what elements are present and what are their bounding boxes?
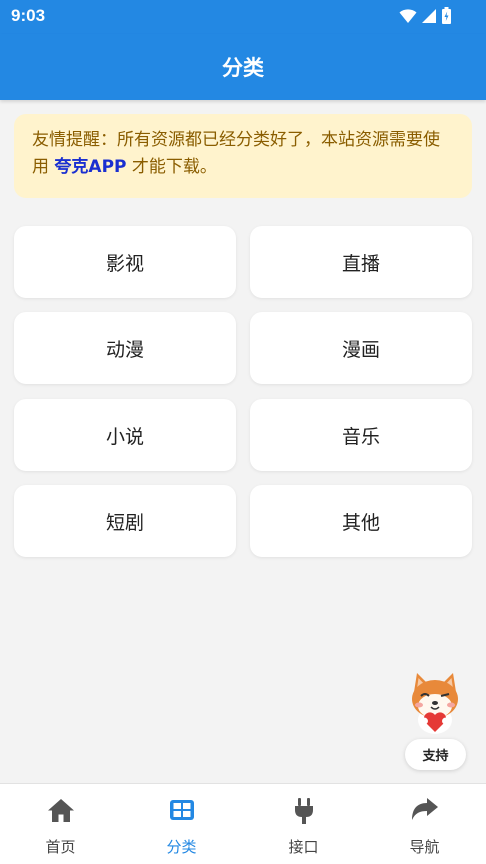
nav-label-navigation: 导航 bbox=[409, 838, 440, 856]
category-card-novels[interactable]: 小说 bbox=[14, 399, 236, 471]
nav-item-interface[interactable]: 接口 bbox=[243, 784, 364, 864]
category-card-short-drama[interactable]: 短剧 bbox=[14, 485, 236, 557]
category-card-live[interactable]: 直播 bbox=[250, 226, 472, 298]
notice-text-end: 才能下载。 bbox=[126, 157, 217, 177]
shiba-dog-heart-icon[interactable] bbox=[406, 670, 464, 736]
status-bar: 9:03 bbox=[0, 0, 486, 34]
grid-icon bbox=[169, 800, 194, 820]
plug-icon bbox=[294, 798, 313, 824]
nav-item-category[interactable]: 分类 bbox=[121, 784, 242, 864]
nav-label-home: 首页 bbox=[45, 838, 76, 856]
notice-banner: 友情提醒：所有资源都已经分类好了，本站资源需要使用 夸克APP 才能下载。 bbox=[14, 114, 472, 198]
battery-icon bbox=[442, 7, 451, 24]
category-card-movies[interactable]: 影视 bbox=[14, 226, 236, 298]
status-time: 9:03 bbox=[11, 6, 46, 25]
app-bar: 分类 bbox=[0, 34, 486, 100]
bottom-nav: 首页 分类 接口 导航 bbox=[0, 783, 486, 864]
support-button[interactable]: 支持 bbox=[405, 739, 466, 770]
category-card-anime[interactable]: 动漫 bbox=[14, 312, 236, 384]
wifi-icon bbox=[399, 9, 417, 23]
category-card-other[interactable]: 其他 bbox=[250, 485, 472, 557]
nav-label-category: 分类 bbox=[166, 838, 197, 856]
signal-icon bbox=[422, 9, 436, 23]
category-card-comics[interactable]: 漫画 bbox=[250, 312, 472, 384]
nav-item-home[interactable]: 首页 bbox=[0, 784, 121, 864]
page-title: 分类 bbox=[222, 56, 264, 80]
category-card-music[interactable]: 音乐 bbox=[250, 399, 472, 471]
share-arrow-icon bbox=[411, 798, 438, 820]
status-icons bbox=[399, 7, 452, 25]
home-icon bbox=[47, 799, 74, 822]
notice-app-name: 夸克APP bbox=[54, 157, 127, 177]
nav-item-navigation[interactable]: 导航 bbox=[364, 784, 485, 864]
nav-label-interface: 接口 bbox=[288, 838, 319, 856]
